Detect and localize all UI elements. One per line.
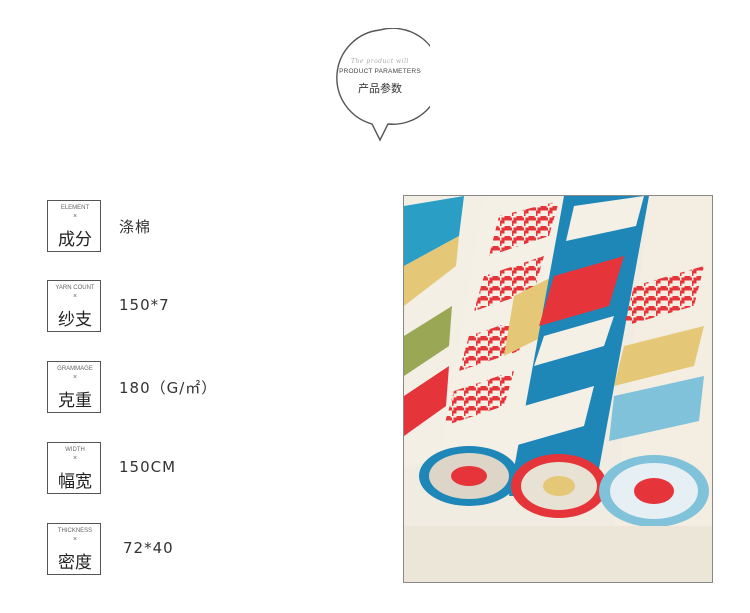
param-label-en: THICKNESS [57,528,93,534]
param-value: 180（G/㎡） [119,379,218,397]
param-label-x: × [72,374,78,381]
param-value: 涤棉 [119,218,152,236]
param-value: 72*40 [123,539,174,557]
param-label-cn: 密度 [58,553,92,573]
param-label-box: ELEMENT × 成分 [47,200,101,252]
param-label-box: GRAMMAGE × 克重 [47,361,101,413]
param-row-yarn-count: YARN COUNT × 纱支 150*7 [47,280,367,334]
param-label-x: × [72,455,78,462]
rolled-fabric-image [404,196,712,582]
header-script-text: The product will [351,58,409,65]
param-label-en: WIDTH [65,447,85,453]
param-row-width: WIDTH × 幅宽 150CM [47,442,367,496]
param-row-thickness: THICKNESS × 密度 72*40 [47,523,367,577]
header-title-cn: 产品参数 [358,82,402,95]
product-photo [403,195,713,583]
param-label-box: YARN COUNT × 纱支 [47,280,101,332]
param-label-x: × [72,213,78,220]
param-label-cn: 克重 [58,391,92,411]
param-label-box: WIDTH × 幅宽 [47,442,101,494]
param-label-box: THICKNESS × 密度 [47,523,101,575]
param-row-element: ELEMENT × 成分 涤棉 [47,200,367,254]
param-label-en: GRAMMAGE [57,366,93,372]
param-label-cn: 幅宽 [58,472,92,492]
param-value: 150*7 [119,296,170,314]
param-label-en: ELEMENT [60,205,90,211]
param-label-cn: 纱支 [58,310,92,330]
section-header-bubble: The product will PRODUCT PARAMETERS 产品参数 [330,28,430,144]
param-label-cn: 成分 [58,230,92,250]
header-title-en: PRODUCT PARAMETERS [339,68,421,75]
param-label-en: YARN COUNT [55,285,95,291]
param-label-x: × [72,536,78,543]
param-label-x: × [72,293,78,300]
param-value: 150CM [119,458,177,476]
param-row-grammage: GRAMMAGE × 克重 180（G/㎡） [47,361,367,415]
